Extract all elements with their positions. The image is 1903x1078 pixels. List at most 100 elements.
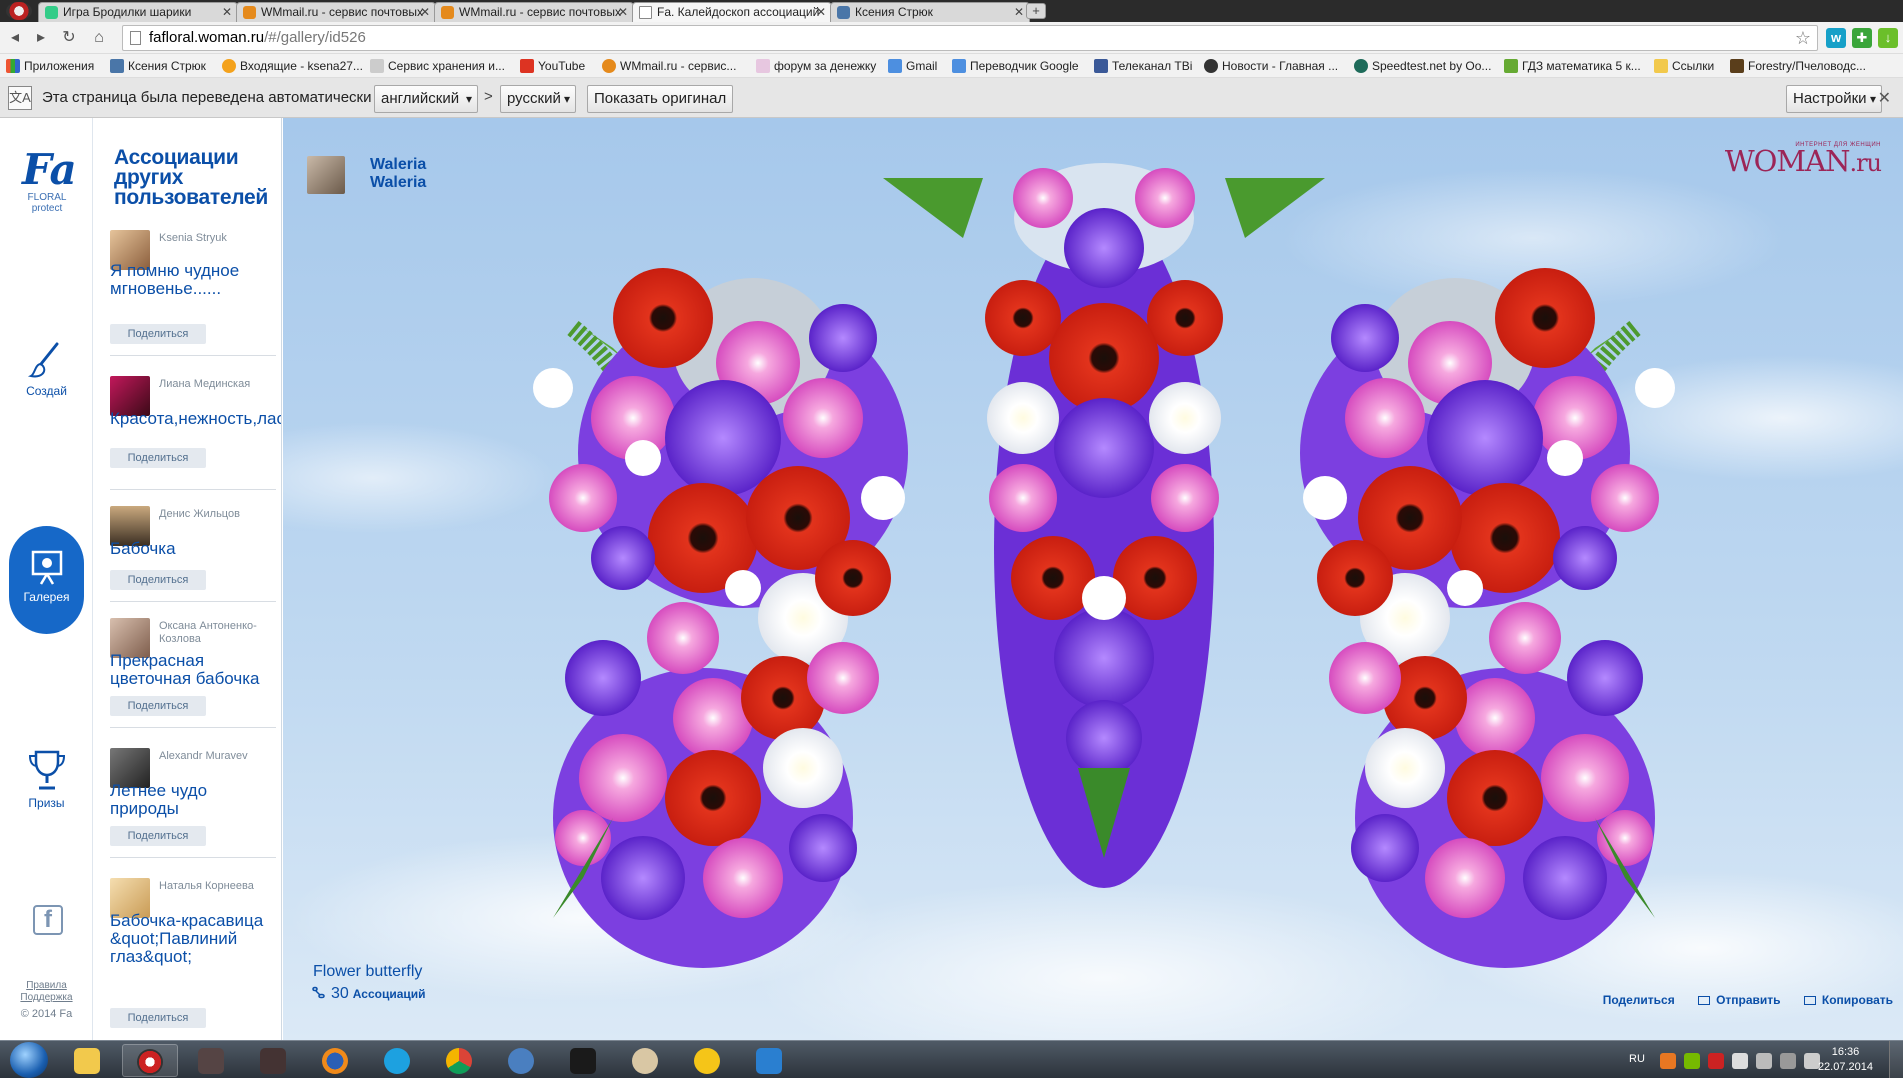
bookmark-item[interactable]: Переводчик Google [952, 58, 1079, 74]
close-tab-icon[interactable]: ✕ [816, 3, 826, 21]
facebook-icon[interactable]: f [33, 905, 63, 935]
feed-item[interactable]: Денис Жильцов Бабочка Поделиться [110, 506, 276, 602]
tray-app-icon[interactable] [1708, 1053, 1724, 1069]
close-tab-icon[interactable]: ✕ [1014, 3, 1024, 21]
bookmark-item[interactable]: Телеканал ТВі [1094, 58, 1192, 74]
association-text[interactable]: Бабочка [110, 540, 276, 558]
share-button[interactable]: Поделиться [110, 570, 206, 590]
copy-action[interactable]: Копировать [1803, 993, 1893, 1007]
show-desktop-button[interactable] [1889, 1041, 1903, 1078]
reload-icon[interactable]: ↻ [58, 27, 80, 49]
associations-count[interactable]: 30 Ассоциаций [311, 985, 426, 1003]
browser-menu-logo-icon[interactable] [6, 2, 32, 20]
rules-link[interactable]: Правила [0, 980, 93, 992]
tray-app-icon[interactable] [1660, 1053, 1676, 1069]
bookmark-item[interactable]: Новости - Главная ... [1204, 58, 1338, 74]
bookmark-item[interactable]: ГДЗ математика 5 к... [1504, 58, 1641, 74]
target-language-select[interactable]: русский [500, 85, 576, 113]
taskbar-skype[interactable] [370, 1044, 426, 1077]
close-tab-icon[interactable]: ✕ [618, 3, 628, 21]
taskbar-chrome[interactable] [432, 1044, 488, 1077]
fa-logo[interactable]: Fa FLORAL protect [22, 148, 77, 215]
bookmark-item[interactable]: Forestry/Пчеловодс... [1730, 58, 1866, 74]
network-icon[interactable] [1780, 1053, 1796, 1069]
show-original-button[interactable]: Показать оригинал [587, 85, 734, 113]
bookmark-star-icon[interactable]: ☆ [1795, 26, 1811, 50]
bookmark-item[interactable]: YouTube [520, 58, 585, 74]
taskbar-minecraft[interactable] [556, 1044, 612, 1077]
new-tab-button[interactable]: + [1026, 3, 1046, 19]
taskbar-browser[interactable] [122, 1044, 178, 1077]
language-indicator[interactable]: RU [1629, 1053, 1645, 1065]
bookmark-item[interactable]: Speedtest.net by Oo... [1354, 58, 1491, 74]
user-name[interactable]: Ksenia Stryuk [159, 232, 277, 245]
association-text[interactable]: Бабочка-красавица &quot;Павлиний глаз&qu… [110, 912, 276, 966]
feed-item[interactable]: Alexandr Muravev Летнее чудо природы Под… [110, 748, 276, 858]
checkmark-icon [1504, 59, 1518, 73]
browser-tab-active[interactable]: Fa. Калейдоскоп ассоциаций ✕ [632, 2, 832, 22]
taskbar-explorer[interactable] [60, 1044, 116, 1077]
association-text[interactable]: Красота,нежность,ласка! [110, 410, 281, 428]
browser-tab-5[interactable]: Ксения Стрюк ✕ [830, 2, 1030, 22]
nav-prizes[interactable]: Призы [0, 748, 93, 810]
source-language-select[interactable]: английский [374, 85, 478, 113]
nav-gallery[interactable]: Галерея [9, 526, 84, 634]
bookmark-folder[interactable]: Ссылки [1654, 58, 1714, 74]
feed-item[interactable]: Оксана Антоненко-Козлова Прекрасная цвет… [110, 618, 276, 728]
taskbar-firefox[interactable] [308, 1044, 364, 1077]
association-text[interactable]: Прекрасная цветочная бабочка [110, 652, 276, 688]
feed-item[interactable]: Ksenia Stryuk Я помню чудное мгновенье..… [110, 230, 276, 356]
bookmark-item[interactable]: Gmail [888, 58, 937, 74]
share-button[interactable]: Поделиться [110, 1008, 206, 1028]
user-name[interactable]: Лиана Мединская [159, 378, 277, 391]
feed-item[interactable]: Лиана Мединская Красота,нежность,ласка! … [110, 376, 281, 490]
taskbar-paint[interactable] [618, 1044, 674, 1077]
bookmark-item[interactable]: WMmail.ru - сервис... [602, 58, 736, 74]
close-tab-icon[interactable]: ✕ [222, 3, 232, 21]
support-link[interactable]: Поддержка [0, 992, 93, 1004]
bookmark-apps[interactable]: Приложения [6, 58, 94, 74]
translate-settings-button[interactable]: Настройки [1786, 85, 1882, 113]
user-name[interactable]: Денис Жильцов [159, 508, 277, 521]
taskbar-app[interactable] [494, 1044, 550, 1077]
close-icon[interactable]: ✕ [1878, 88, 1891, 108]
nvidia-icon[interactable] [1684, 1053, 1700, 1069]
taskbar-game[interactable] [184, 1044, 240, 1077]
back-icon[interactable]: ◂ [4, 27, 26, 49]
association-text[interactable]: Я помню чудное мгновенье...... [110, 262, 276, 298]
share-button[interactable]: Поделиться [110, 696, 206, 716]
bookmark-item[interactable]: Сервис хранения и... [370, 58, 505, 74]
share-link[interactable]: Поделиться [1603, 993, 1675, 1007]
bookmark-item[interactable]: Ксения Стрюк [110, 58, 206, 74]
share-button[interactable]: Поделиться [110, 826, 206, 846]
download-extension-icon[interactable]: ↓ [1878, 28, 1898, 48]
flower-butterfly-image[interactable] [283, 118, 1903, 1040]
send-action[interactable]: Отправить [1698, 993, 1781, 1007]
user-name[interactable]: Оксана Антоненко-Козлова [159, 620, 277, 646]
nav-create[interactable]: Создай [0, 340, 93, 398]
taskbar-game[interactable] [246, 1044, 302, 1077]
user-name[interactable]: Alexandr Muravev [159, 750, 277, 763]
association-text[interactable]: Летнее чудо природы [110, 782, 276, 818]
user-name[interactable]: Наталья Корнеева [159, 880, 277, 893]
forward-icon[interactable]: ▸ [30, 27, 52, 49]
share-button[interactable]: Поделиться [110, 324, 206, 344]
tray-app-icon[interactable] [1756, 1053, 1772, 1069]
taskbar-clock[interactable]: 16:36 22.07.2014 [1818, 1045, 1873, 1075]
browser-tab-2[interactable]: WMmail.ru - сервис почтовых ✕ [236, 2, 436, 22]
browser-tab-3[interactable]: WMmail.ru - сервис почтовых ✕ [434, 2, 634, 22]
feed-item[interactable]: Наталья Корнеева Бабочка-красавица &quot… [110, 878, 276, 1038]
taskbar-media-player[interactable] [742, 1044, 798, 1077]
bookmark-item[interactable]: форум за денежку [756, 58, 876, 74]
address-bar[interactable]: fafloral.woman.ru/#/gallery/id526 ☆ [122, 25, 1818, 51]
browser-tab-1[interactable]: Игра Бродилки шарики ✕ [38, 2, 238, 22]
home-icon[interactable]: ⌂ [88, 27, 110, 49]
bookmark-item[interactable]: Входящие - ksena27... [222, 58, 363, 74]
close-tab-icon[interactable]: ✕ [420, 3, 430, 21]
tray-app-icon[interactable] [1732, 1053, 1748, 1069]
extension-icon[interactable]: ✚ [1852, 28, 1872, 48]
share-button[interactable]: Поделиться [110, 448, 206, 468]
extension-icon[interactable]: w [1826, 28, 1846, 48]
taskbar-app[interactable] [680, 1044, 736, 1077]
start-button[interactable] [10, 1042, 48, 1078]
